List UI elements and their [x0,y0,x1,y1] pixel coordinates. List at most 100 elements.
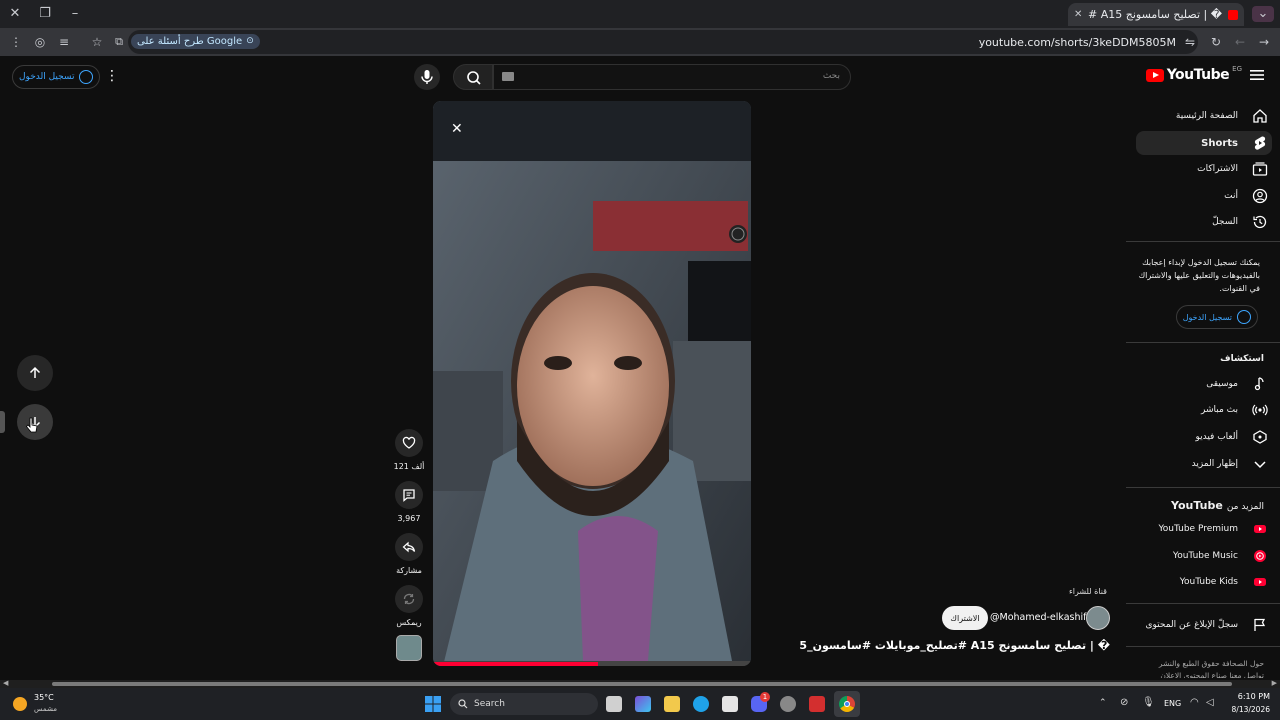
guide-menu-icon[interactable] [1250,69,1264,81]
minimize-window-icon[interactable]: – [67,6,83,22]
sidebar-item-show-more[interactable]: إظهار المزيد [1136,452,1268,476]
share-button[interactable] [395,533,423,561]
sidebar-item-gaming[interactable]: ألعاب فيديو [1136,425,1268,449]
share-icon [402,541,416,553]
playback-progress-bar[interactable] [433,662,599,666]
restore-window-icon[interactable]: ❐ [37,6,53,22]
scrollbar-thumb[interactable] [52,682,1232,686]
forward-icon[interactable]: ← [1232,34,1248,50]
windows-start-icon[interactable] [425,696,441,712]
channel-avatar[interactable] [1086,606,1110,630]
search-input[interactable]: بحث [493,64,851,90]
sidebar-item-shorts[interactable]: Shorts [1136,131,1272,155]
scroll-right-icon[interactable]: ▶ [1272,679,1277,687]
tray-overflow-icon[interactable]: ⌃ [1099,698,1107,708]
sidebar-item-history[interactable]: السجلّ [1136,210,1268,234]
copilot-icon[interactable] [635,696,651,712]
sidebar-item-kids[interactable]: YouTube Kids [1136,570,1268,594]
signin-button-sidebar[interactable]: تسجيل الدخول [1175,305,1258,329]
music-icon [1254,377,1264,391]
microphone-icon[interactable]: 🎙 [1142,697,1155,708]
tab-close-icon[interactable]: ✕ [1074,9,1082,20]
url-text[interactable]: youtube.com/shorts/3keDDM5805M [979,36,1176,49]
edge-browser-icon[interactable] [693,696,709,712]
ask-google-label: طرح أسئلة على Google [137,36,243,47]
premium-icon [1254,525,1266,533]
keyboard-icon[interactable] [502,72,514,81]
remix-button[interactable] [395,585,423,613]
close-window-icon[interactable]: ✕ [7,6,23,22]
tab-search-chevron-icon[interactable]: ⌄ [1252,6,1274,22]
account-circle-icon [79,70,94,84]
footer-links-2[interactable]: تواصل معنا صناع المحتوى الإعلان [1160,671,1264,678]
site-settings-icon[interactable]: ⇋ [1182,34,1198,50]
clock-time[interactable]: 6:10 PM [1222,692,1270,701]
back-icon[interactable]: → [1256,34,1272,50]
network-off-icon[interactable]: ⊘ [1120,697,1128,708]
footer-links-1[interactable]: حول الصحافة حقوق الطبع والنشر [1159,659,1264,668]
sidebar-item-yt-music[interactable]: YouTube Music [1136,544,1268,568]
search-button[interactable] [453,64,493,90]
sidebar-item-premium[interactable]: YouTube Premium [1136,517,1268,541]
sidebar-item-report-history[interactable]: سجلّ الإبلاغ عن المحتوى [1128,613,1268,637]
sun-weather-icon[interactable] [13,697,27,711]
comments-button[interactable] [395,481,423,509]
task-view-icon[interactable] [606,696,622,712]
sidebar-item-label: Shorts [1201,137,1238,149]
clock-date[interactable]: 8/13/2026 [1222,705,1270,714]
sidebar-divider [1126,487,1280,488]
lens-icon: ⊙ [246,36,254,46]
sidebar-item-label: بث مباشر [1201,405,1238,415]
youtube-logo[interactable]: YouTube EG [1145,65,1242,83]
chevron-down-icon [1254,461,1266,469]
taskbar-search-box[interactable]: Search [450,693,598,715]
voice-search-button[interactable] [414,64,440,90]
short-video-player[interactable]: ✕ [433,101,751,666]
sidebar-item-subscriptions[interactable]: الاشتراكات [1136,157,1268,181]
sidebar-item-live[interactable]: بث مباشر [1136,398,1268,422]
app-icon[interactable] [780,696,796,712]
previous-short-button[interactable] [17,355,53,391]
install-app-icon[interactable]: ⧉ [111,34,127,50]
like-button[interactable] [395,429,423,457]
sidebar-item-music[interactable]: موسيقى [1136,372,1268,396]
pdf-app-icon[interactable] [809,696,825,712]
file-explorer-icon[interactable] [664,696,680,712]
scroll-left-icon[interactable]: ◀ [3,679,8,687]
sidebar-item-label: أنت [1224,191,1238,201]
volume-icon[interactable]: ◁ [1206,697,1214,708]
language-indicator[interactable]: ENG [1164,699,1181,708]
signin-button-header[interactable]: تسجيل الدخول [12,65,101,89]
wifi-icon[interactable]: ◠ [1190,697,1199,708]
profile-icon[interactable]: ◎ [32,34,48,50]
sidebar-item-you[interactable]: أنت [1136,184,1268,208]
sidebar-item-label: ألعاب فيديو [1195,432,1238,442]
kids-icon [1254,578,1266,586]
subscriptions-icon [1252,162,1268,176]
video-frame [433,101,751,666]
ms-store-icon[interactable] [722,696,738,712]
customize-icon[interactable]: ≡ [56,34,72,50]
search-icon [458,699,468,709]
channel-handle[interactable]: @Mohamed-elkashif [990,612,1087,623]
sidebar-divider [1126,603,1280,604]
subscribe-button[interactable]: الاشتراك [942,606,988,630]
sidebar-item-home[interactable]: الصفحة الرئيسية [1136,104,1268,128]
shorts-icon [1254,136,1266,150]
short-title[interactable]: � | تصليح سامسونج A15 #تصليح_موبايلات #س… [800,639,1110,652]
bookmark-star-icon[interactable]: ☆ [89,34,105,50]
reload-icon[interactable]: ↻ [1208,34,1224,50]
horizontal-scrollbar[interactable]: ◀ ▶ [0,679,1280,688]
ask-google-chip[interactable]: طرح أسئلة على Google ⊙ [131,34,260,49]
browser-tab-active[interactable]: � | تصليح سامسونج A15 #ت... ✕ [1068,3,1244,26]
chrome-taskbar-active[interactable] [834,691,860,717]
more-from-brand: YouTube [1171,499,1223,512]
browser-menu-icon[interactable]: ⋮ [8,34,24,50]
comment-count: 3,967 [397,514,421,523]
signin-prompt: يمكنك تسجيل الدخول لإبداء إعجابك بالفيدي… [1138,258,1260,293]
signin-label: تسجيل الدخول [19,72,75,82]
sound-thumbnail[interactable] [396,635,422,661]
left-edge-handle[interactable] [0,411,5,433]
flag-icon [1254,618,1266,631]
settings-more-icon[interactable]: ⋮ [105,68,119,84]
